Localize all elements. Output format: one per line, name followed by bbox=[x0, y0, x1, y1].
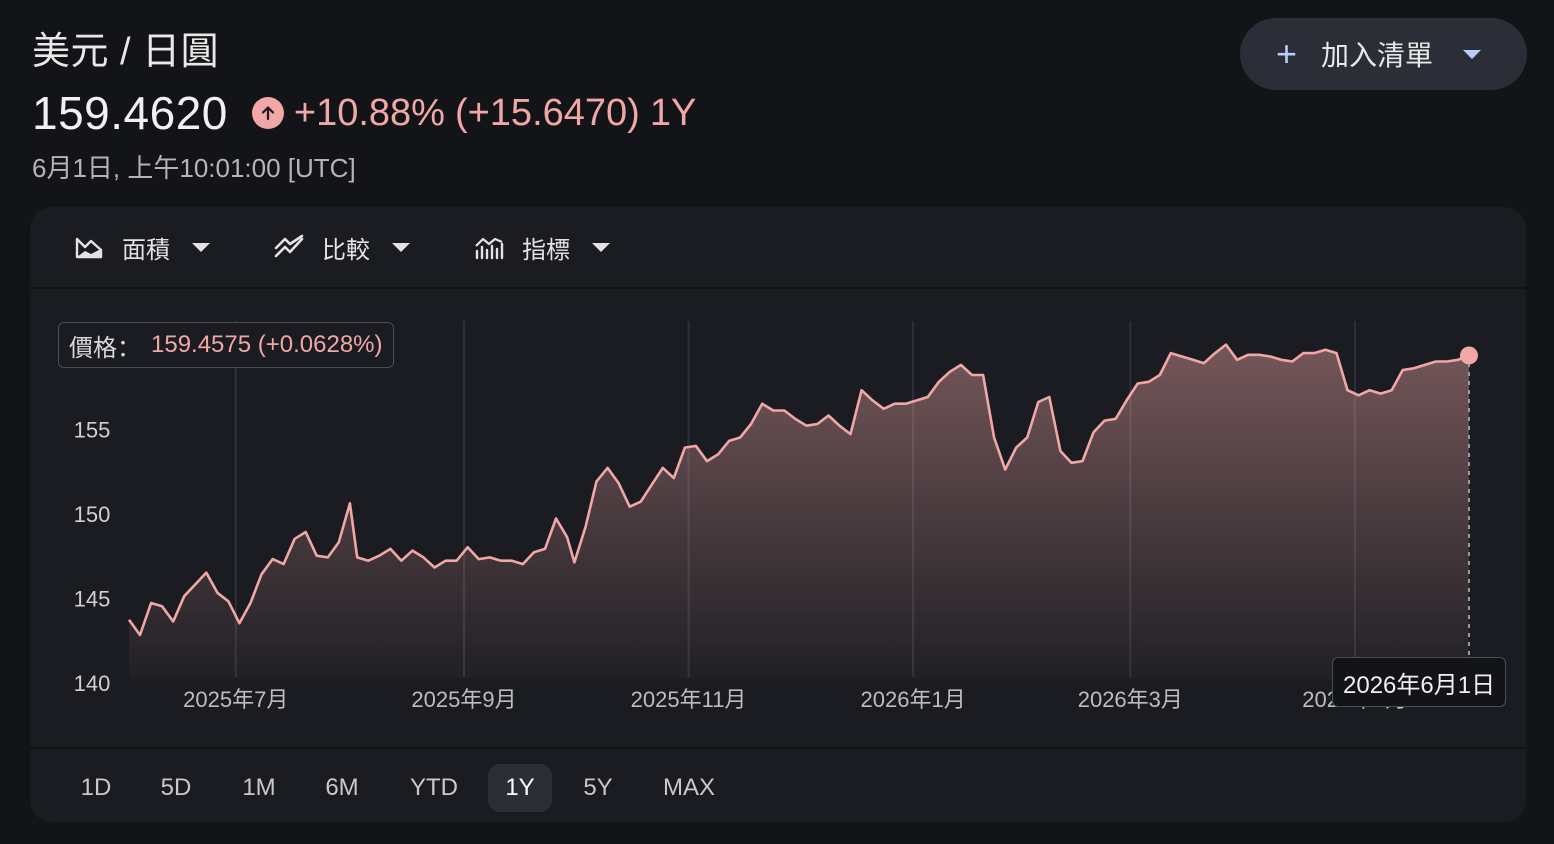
compare-icon bbox=[274, 234, 304, 258]
price-area-fill bbox=[129, 344, 1469, 679]
time-range-bar: 1D 5D 1M 6M YTD 1Y 5Y MAX bbox=[30, 747, 1526, 824]
change-absolute: (+15.6470) bbox=[454, 91, 640, 134]
y-tick-label: 140 bbox=[74, 671, 111, 696]
hover-date-label: 2026年6月1日 bbox=[1332, 657, 1507, 707]
tooltip-label: 價格： bbox=[69, 334, 141, 362]
range-button-5d[interactable]: 5D bbox=[148, 764, 204, 812]
x-tick-label: 2025年7月 bbox=[183, 687, 288, 712]
x-tick-label: 2025年11月 bbox=[631, 687, 747, 712]
x-tick-label: 2025年9月 bbox=[411, 687, 516, 712]
chevron-down-icon bbox=[192, 242, 210, 252]
chart-panel: 面積 比較 指標 2025年7月 2025年9月 2025年11月 2026年1月 20… bbox=[30, 207, 1526, 822]
price-chart[interactable]: 2025年7月 2025年9月 2025年11月 2026年1月 2026年3月 2026… bbox=[30, 289, 1526, 741]
change-percent: +10.88% bbox=[293, 91, 445, 134]
x-tick-label: 2026年1月 bbox=[861, 687, 966, 712]
x-tick-label: 2026年3月 bbox=[1078, 687, 1183, 712]
compare-dropdown[interactable]: 比較 bbox=[274, 229, 410, 265]
price-row: 159.4620 +10.88% (+15.6470) 1Y bbox=[32, 86, 696, 140]
watchlist-label: 加入清單 bbox=[1321, 40, 1434, 71]
y-tick-label: 145 bbox=[74, 587, 111, 612]
chart-type-dropdown[interactable]: 面積 bbox=[74, 229, 210, 265]
range-button-6m[interactable]: 6M bbox=[310, 764, 374, 812]
range-button-1y[interactable]: 1Y bbox=[488, 764, 552, 812]
indicator-label: 指標 bbox=[522, 236, 570, 264]
range-button-1d[interactable]: 1D bbox=[65, 764, 127, 812]
hover-point bbox=[1460, 346, 1478, 365]
chart-type-label: 面積 bbox=[122, 236, 170, 264]
arrow-up-icon bbox=[251, 97, 284, 129]
pair-title: 美元 / 日圓 bbox=[32, 31, 220, 73]
current-price: 159.4620 bbox=[32, 87, 228, 139]
chevron-down-icon bbox=[392, 242, 410, 252]
add-to-watchlist-button[interactable]: + 加入清單 bbox=[1240, 18, 1527, 90]
price-tooltip: 價格： 159.4575 (+0.0628%) bbox=[58, 322, 394, 368]
range-button-5y[interactable]: 5Y bbox=[567, 764, 629, 812]
indicator-dropdown[interactable]: 指標 bbox=[474, 229, 610, 265]
y-tick-label: 155 bbox=[74, 418, 111, 443]
range-button-ytd[interactable]: YTD bbox=[394, 764, 474, 812]
plus-icon: + bbox=[1276, 33, 1298, 74]
range-button-max[interactable]: MAX bbox=[645, 764, 733, 812]
chart-toolbar: 面積 比較 指標 bbox=[30, 207, 1526, 289]
range-button-1m[interactable]: 1M bbox=[228, 764, 290, 812]
chevron-down-icon bbox=[592, 242, 610, 252]
quote-timestamp: 6月1日, 上午10:01:00 [UTC] bbox=[32, 153, 356, 183]
indicator-icon bbox=[475, 237, 504, 260]
y-tick-label: 150 bbox=[74, 502, 111, 527]
chevron-down-icon bbox=[1463, 49, 1482, 59]
tooltip-value: 159.4575 (+0.0628%) bbox=[151, 331, 383, 358]
change-period: 1Y bbox=[649, 91, 697, 134]
price-change: +10.88% (+15.6470) 1Y bbox=[294, 92, 696, 135]
area-chart-icon bbox=[75, 237, 103, 259]
compare-label: 比較 bbox=[322, 236, 370, 264]
